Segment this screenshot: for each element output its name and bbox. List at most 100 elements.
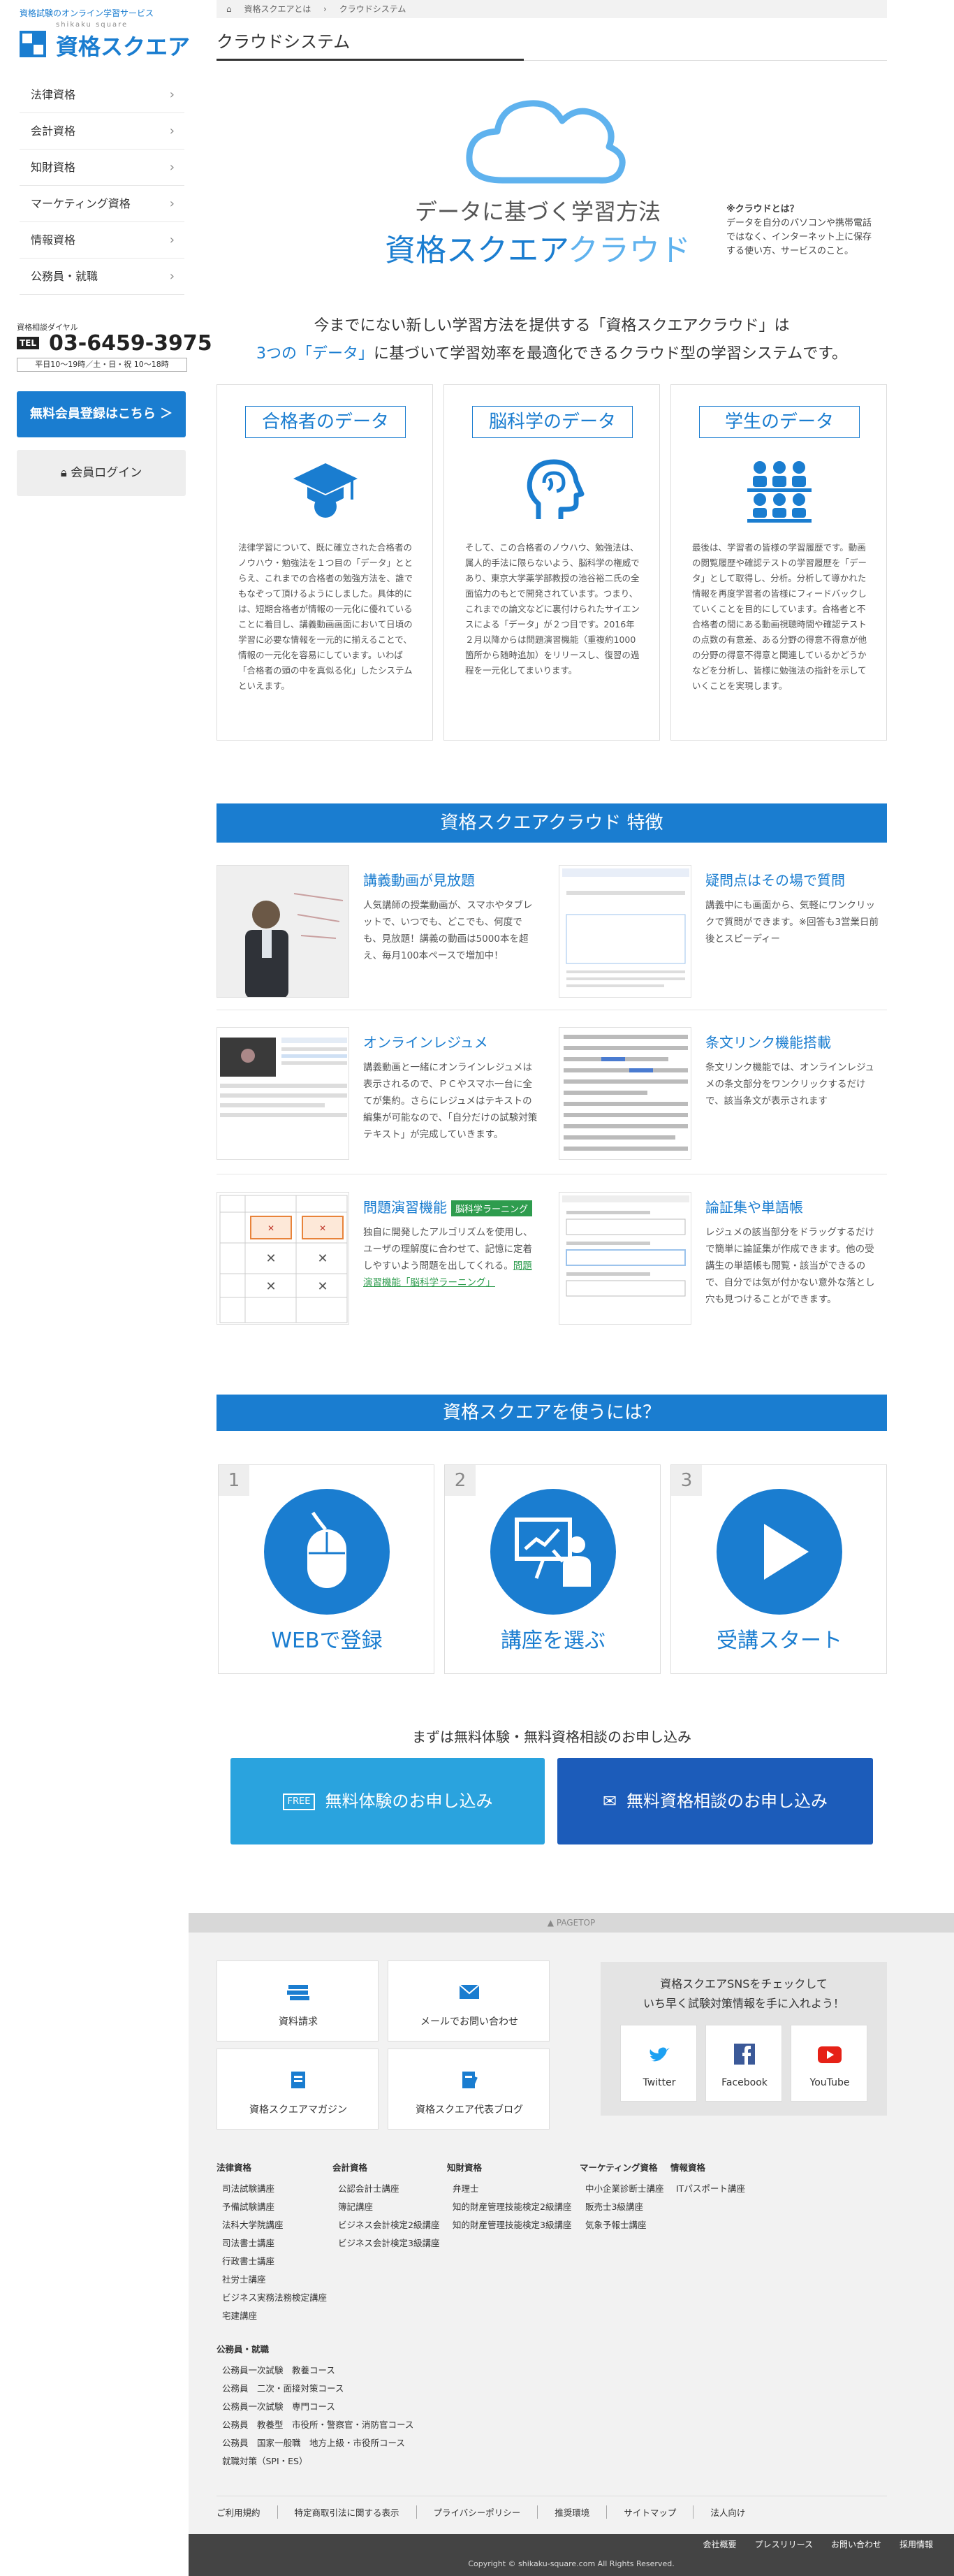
sidebar-item-civil-service[interactable]: 公務員・就職 › — [20, 259, 184, 295]
free-trial-button[interactable]: FREE 無料体験のお申し込み — [230, 1758, 545, 1844]
footer-col-it: 情報資格 ITパスポート講座 — [670, 2159, 768, 2198]
data-column-title: 学生のデータ — [699, 406, 860, 438]
chevron-right-icon: › — [169, 160, 175, 175]
footer-link[interactable]: 中小企業診断士講座 — [580, 2180, 670, 2198]
sidebar-item-law[interactable]: 法律資格 › — [20, 77, 184, 113]
chevron-right-icon: › — [169, 124, 175, 138]
youtube-button[interactable]: YouTube — [791, 2025, 867, 2102]
footer-link[interactable]: 公務員 二次・面接対策コース — [217, 2380, 440, 2398]
data-column-text: 最後は、学習者の皆様の学習履歴です。動画の閲覧履歴や確認テストの学習履歴を「デー… — [692, 542, 867, 691]
feature-title: 問題演習機能 脳科学ラーニング — [363, 1196, 533, 1216]
footer-link[interactable]: 公務員一次試験 専門コース — [217, 2398, 440, 2416]
magazine-icon — [291, 2072, 305, 2088]
intro-rest: に基づいて学習効率を最適化できるクラウド型の学習システムです。 — [373, 345, 848, 363]
feature-text: 条文リンク機能では、オンラインレジュメの条文部分をワンクリックするだけで、該当条… — [705, 1062, 875, 1107]
footer-link-magazine[interactable]: 資格スクエアマガジン — [217, 2049, 379, 2130]
breadcrumb-item[interactable]: 資格スクエアとは — [244, 4, 311, 14]
sidebar-item-it[interactable]: 情報資格 › — [20, 222, 184, 259]
legal-link[interactable]: 推奨環境 — [537, 2505, 606, 2519]
footer-link[interactable]: ビジネス会計検定3級講座 — [332, 2234, 444, 2253]
footer-link-blog[interactable]: 資格スクエア代表ブログ — [388, 2049, 550, 2130]
feature-title: 講義動画が見放題 — [363, 872, 475, 889]
sidebar-item-accounting[interactable]: 会計資格 › — [20, 113, 184, 150]
footer-link[interactable]: 公務員 国家一般職 地方上級・市役所コース — [217, 2434, 440, 2452]
article-link-thumbnail[interactable] — [559, 1027, 691, 1160]
footer-link[interactable]: 社労士講座 — [217, 2271, 328, 2289]
login-button[interactable]: 🔒︎ 会員ログイン — [17, 450, 186, 496]
footer-link[interactable]: ITパスポート講座 — [670, 2180, 768, 2198]
sns-label: Facebook — [721, 2077, 768, 2088]
breadcrumb-item-current: クラウドシステム — [339, 4, 406, 14]
footer-link[interactable]: ビジネス会計検定2級講座 — [332, 2216, 444, 2234]
footer-link[interactable]: 予備試験講座 — [217, 2198, 328, 2216]
twitter-icon — [650, 2047, 670, 2062]
home-icon[interactable]: ⌂ — [226, 4, 232, 14]
sns-label: Twitter — [643, 2077, 676, 2088]
step-circle — [264, 1489, 390, 1615]
intro-line-1: 今までにない新しい学習方法を提供する「資格スクエアクラウド」は — [314, 317, 790, 335]
facebook-button[interactable]: Facebook — [705, 2025, 782, 2102]
online-resume-thumbnail[interactable] — [217, 1027, 349, 1160]
data-column-passers: 合格者のデータ 法律学習について、既に確立された合格者のノウハウ・勉強法を１つ目… — [217, 384, 433, 741]
cloud-note-title: ※クラウドとは？ — [726, 204, 799, 214]
footer-link[interactable]: 知的財産管理技能検定3級講座 — [447, 2216, 580, 2234]
sidebar-item-marketing[interactable]: マーケティング資格 › — [20, 186, 184, 222]
bottom-link[interactable]: お問い合わせ — [831, 2540, 881, 2549]
footer-link-mail[interactable]: メールでお問い合わせ — [388, 1960, 550, 2042]
legal-link[interactable]: サイトマップ — [606, 2505, 693, 2519]
svg-text:✕: ✕ — [317, 1279, 328, 1294]
legal-link[interactable]: 特定商取引法に関する表示 — [277, 2505, 416, 2519]
footer-link[interactable]: 公認会計士講座 — [332, 2180, 444, 2198]
footer-link[interactable]: 法科大学院講座 — [217, 2216, 328, 2234]
footer-link[interactable]: 簿記講座 — [332, 2198, 444, 2216]
presentation-icon — [515, 1518, 591, 1587]
svg-text:✕: ✕ — [267, 1223, 274, 1233]
free-register-button[interactable]: 無料会員登録はこちら ＞ — [17, 391, 186, 437]
footer-link[interactable]: 弁理士 — [447, 2180, 580, 2198]
lecture-video-thumbnail[interactable] — [217, 865, 349, 998]
footer-link[interactable]: 就職対策（SPI・ES） — [217, 2452, 440, 2471]
logo-text: 資格スクエア — [56, 34, 191, 60]
twitter-button[interactable]: Twitter — [620, 2025, 697, 2102]
footer-link-brochure[interactable]: 資料請求 — [217, 1960, 379, 2042]
footer-link[interactable]: 行政書士講座 — [217, 2253, 328, 2271]
step-start[interactable]: 3 受講スタート — [670, 1464, 887, 1674]
free-consult-button[interactable]: ✉ 無料資格相談のお申し込み — [557, 1758, 873, 1844]
footer-col-heading: 会計資格 — [332, 2162, 368, 2173]
footer-link[interactable]: 司法試験講座 — [217, 2180, 328, 2198]
footer-link[interactable]: 公務員一次試験 教養コース — [217, 2362, 440, 2380]
sidebar-nav: 法律資格 › 会計資格 › 知財資格 › マーケティング資格 › 情報資格 › 公務員・就… — [20, 77, 184, 295]
quiz-thumbnail[interactable]: ✕ ✕ ✕ ✕ ✕ ✕ — [217, 1192, 349, 1325]
intro-line-2: 3つの「データ」に基づいて学習効率を最適化できるクラウド型の学習システムです。 — [217, 341, 887, 363]
footer-link[interactable]: 知的財産管理技能検定2級講座 — [447, 2198, 580, 2216]
brain-learning-tag: 脳科学ラーニング — [451, 1200, 533, 1216]
legal-link[interactable]: プライバシーポリシー — [416, 2505, 538, 2519]
feature-title: 論証集や単語帳 — [705, 1199, 803, 1216]
youtube-icon — [818, 2046, 842, 2063]
footer-link[interactable]: 公務員 教養型 市役所・警察官・消防官コース — [217, 2416, 440, 2434]
pagetop-button[interactable]: ▲ PAGETOP — [189, 1913, 954, 1933]
phone-number[interactable]: 03-6459-3975 — [49, 331, 212, 356]
footer-link[interactable]: 宅建講座 — [217, 2307, 328, 2325]
wordbook-thumbnail[interactable] — [559, 1192, 691, 1325]
footer-link[interactable]: 販売士3級講座 — [580, 2198, 670, 2216]
footer-link[interactable]: 気象予報士講座 — [580, 2216, 670, 2234]
feature-text: レジュメの該当部分をドラッグするだけで簡単に論証集が作成できます。他の受講生の単… — [705, 1227, 875, 1305]
legal-link[interactable]: ご利用規約 — [217, 2505, 277, 2519]
bottom-link[interactable]: 会社概要 — [703, 2540, 737, 2549]
copyright: Copyright © shikaku-square.com All Right… — [468, 2559, 675, 2568]
step-register[interactable]: 1 WEBで登録 — [218, 1464, 434, 1674]
feature-text: 独自に開発したアルゴリズムを使用し、ユーザの理解度に合わせて、記憶に定着しやすい… — [363, 1224, 538, 1291]
footer-link[interactable]: ビジネス実務法務検定講座 — [217, 2289, 328, 2307]
bottom-link[interactable]: プレスリリース — [755, 2540, 813, 2549]
how-to-use-heading: 資格スクエアを使うには？ — [217, 1395, 887, 1431]
legal-link[interactable]: 法人向け — [693, 2505, 762, 2519]
site-logo[interactable]: shikaku square 資格スクエア — [20, 20, 190, 61]
bottom-link[interactable]: 採用情報 — [900, 2540, 933, 2549]
step-choose-course[interactable]: 2 講座を選ぶ — [444, 1464, 661, 1674]
bottom-links: 会社概要 プレスリリース お問い合わせ 採用情報 — [685, 2538, 933, 2550]
footer-link[interactable]: 司法書士講座 — [217, 2234, 328, 2253]
sidebar-item-ip[interactable]: 知財資格 › — [20, 150, 184, 186]
footer-col-heading: マーケティング資格 — [580, 2162, 658, 2173]
question-form-thumbnail[interactable] — [559, 865, 691, 998]
